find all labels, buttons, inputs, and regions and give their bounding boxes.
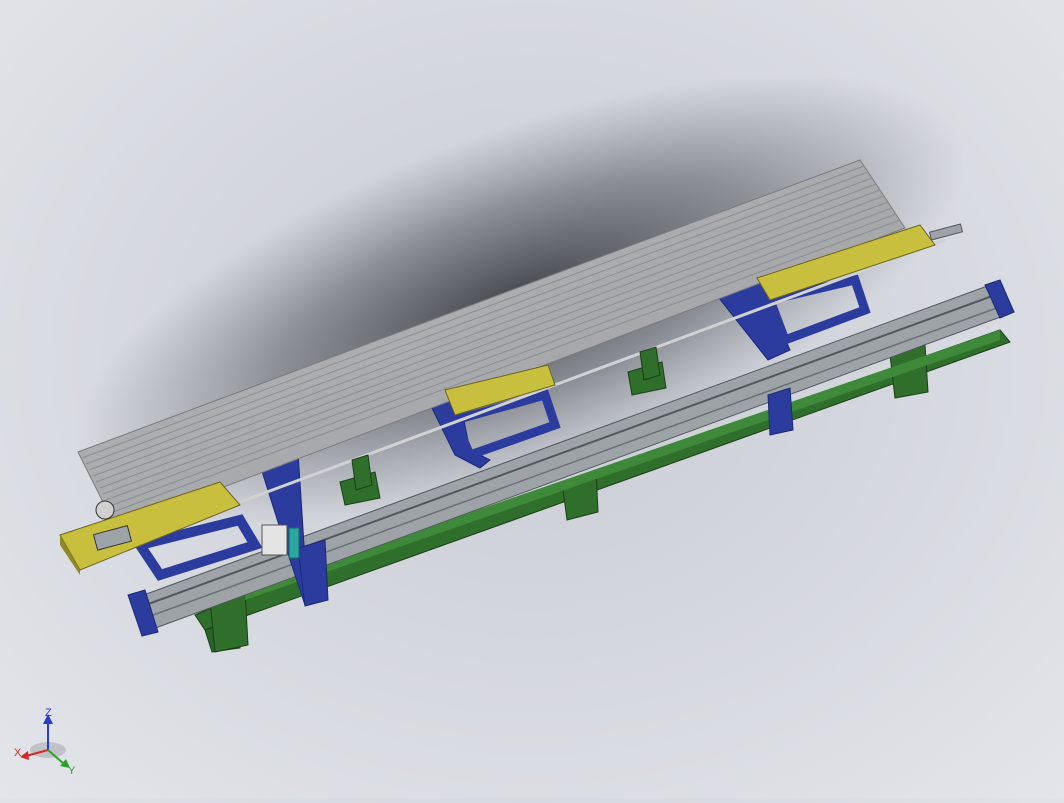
- x-axis-label: X: [14, 747, 22, 759]
- orientation-triad[interactable]: Z X Y: [12, 704, 82, 777]
- y-axis-label: Y: [68, 765, 76, 776]
- control-box: [261, 524, 300, 559]
- triad-graphic: Z X Y: [14, 707, 76, 777]
- z-axis-label: Z: [45, 707, 52, 719]
- 3d-graphics-viewport[interactable]: Z X Y: [0, 0, 1064, 798]
- model-canvas[interactable]: [0, 0, 1064, 798]
- x-axis-arrow-icon: [20, 751, 29, 760]
